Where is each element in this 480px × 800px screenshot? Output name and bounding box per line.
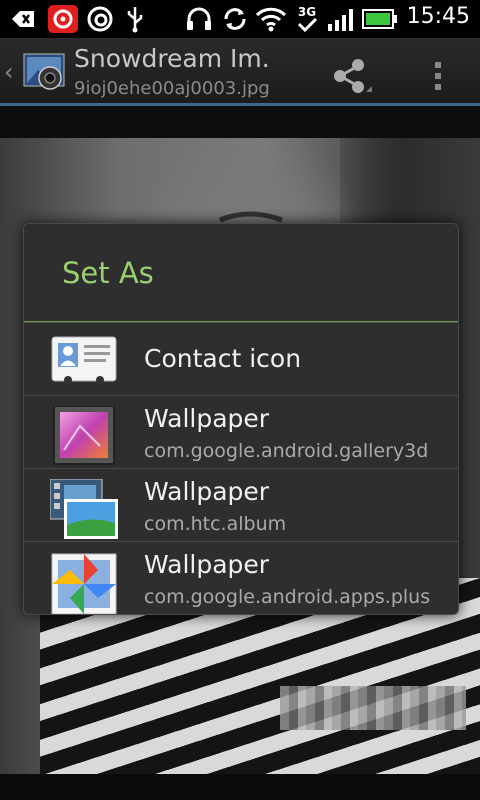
photo-watermark-blur	[280, 686, 466, 730]
google-photos-pinwheel-icon	[50, 552, 118, 614]
network-type-label: 3G	[297, 5, 317, 19]
option-wallpaper-gallery3d[interactable]: Wallpaper com.google.android.gallery3d	[24, 395, 458, 468]
network-type-indicator: 3G	[292, 5, 322, 33]
status-bar: 3G 15:45	[0, 0, 480, 38]
share-icon[interactable]	[330, 56, 374, 96]
sync-icon	[220, 5, 250, 33]
option-package: com.google.android.apps.plus	[144, 586, 431, 608]
gallery-frame-icon	[50, 405, 118, 465]
headphones-icon	[184, 5, 214, 33]
usb-icon	[122, 5, 148, 33]
option-wallpaper-google-plus[interactable]: Wallpaper com.google.android.apps.plus	[24, 541, 458, 614]
photo-top-margin	[0, 106, 480, 138]
album-thumbnail-icon[interactable]	[20, 52, 66, 92]
back-notification-icon	[8, 5, 38, 33]
wifi-icon	[254, 5, 288, 33]
option-package: com.google.android.gallery3d	[144, 440, 429, 462]
beats-icon	[86, 5, 114, 33]
clock: 15:45	[406, 4, 470, 29]
netease-music-icon	[46, 5, 80, 33]
dialog-title: Set As	[62, 256, 154, 290]
option-label: Wallpaper	[144, 550, 270, 579]
option-label: Wallpaper	[144, 477, 270, 506]
battery-icon	[362, 5, 398, 33]
action-bar: ‹ Snowdream Im. 9ioj0ehe00aj0003.jpg	[0, 38, 480, 106]
contact-card-icon	[50, 333, 118, 387]
set-as-dialog: Set As Contact icon Wallpaper com.google…	[23, 223, 459, 615]
option-contact-icon[interactable]: Contact icon	[24, 322, 458, 395]
signal-icon	[326, 5, 358, 33]
option-wallpaper-htc-album[interactable]: Wallpaper com.htc.album	[24, 468, 458, 541]
bottom-bar	[0, 774, 480, 800]
option-label: Contact icon	[144, 344, 302, 373]
up-caret-icon[interactable]: ‹	[4, 58, 14, 86]
overflow-menu-icon[interactable]	[428, 58, 448, 94]
option-package: com.htc.album	[144, 513, 287, 535]
file-name: 9ioj0ehe00aj0003.jpg	[74, 78, 270, 99]
htc-album-icon	[49, 478, 128, 539]
page-title: Snowdream Im.	[74, 44, 270, 73]
option-label: Wallpaper	[144, 404, 270, 433]
